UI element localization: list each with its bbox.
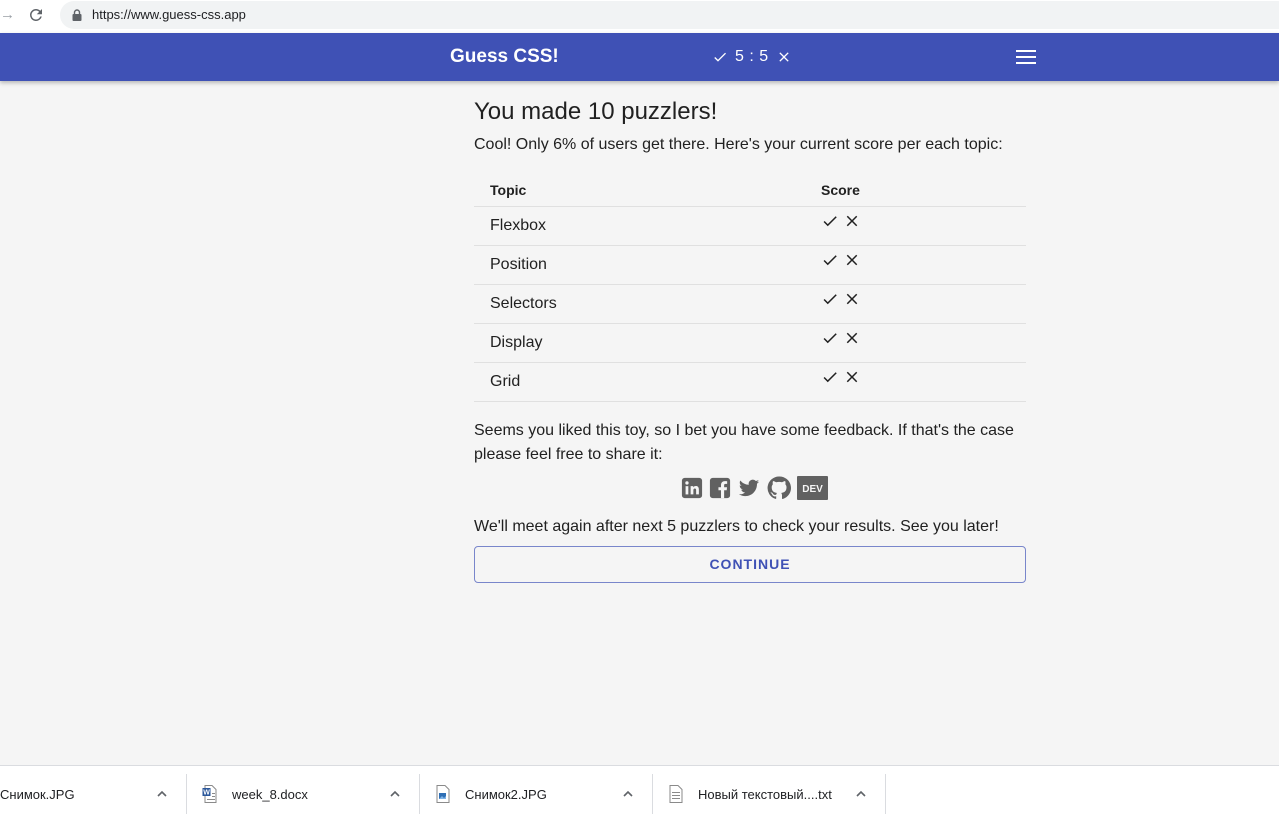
topic-cell: Position [474, 245, 821, 285]
social-links: DEV [474, 473, 1026, 503]
score-counter: 5 : 5 [712, 46, 792, 68]
cross-icon [846, 254, 858, 266]
app-bar: Guess CSS! 5 : 5 [0, 33, 1279, 81]
forward-arrow-icon[interactable]: → [0, 6, 15, 24]
column-header-topic: Topic [474, 172, 821, 207]
dev-icon-label: DEV [802, 484, 823, 495]
score-cell [821, 245, 1026, 285]
download-filename: Снимок.JPG [0, 787, 75, 802]
download-item[interactable]: W week_8.docx [187, 774, 420, 814]
score-cell [821, 362, 1026, 402]
url-text: https://www.guess-css.app [92, 7, 246, 22]
continue-button[interactable]: CONTINUE [474, 545, 1026, 583]
chevron-up-icon[interactable] [388, 787, 402, 801]
linkedin-icon[interactable] [681, 477, 703, 499]
feedback-text: Seems you liked this toy, so I bet you h… [474, 421, 1014, 463]
dev-icon[interactable]: DEV [796, 475, 828, 500]
table-header-row: Topic Score [474, 172, 1026, 207]
table-row: Display [474, 323, 1026, 363]
download-filename: Новый текстовый....txt [698, 787, 832, 802]
chevron-up-icon[interactable] [854, 787, 868, 801]
intro-text: Cool! Only 6% of users get there. Here's… [474, 136, 1003, 153]
text-file-icon [669, 785, 683, 803]
app-title: Guess CSS! [450, 46, 559, 67]
github-icon[interactable] [767, 475, 791, 500]
column-header-score: Score [821, 172, 1026, 207]
check-icon [823, 255, 837, 266]
image-file-icon [436, 785, 450, 803]
check-icon [714, 52, 726, 62]
lock-icon [72, 9, 82, 21]
chevron-up-icon[interactable] [155, 787, 169, 801]
check-icon [823, 294, 837, 305]
cross-icon [846, 215, 858, 227]
download-shelf: Снимок.JPG W week_8.docx Снимок2.JPG Нов… [0, 765, 1279, 820]
table-row: Flexbox [474, 206, 1026, 246]
score-value: 5 : 5 [735, 48, 769, 65]
chevron-up-icon[interactable] [621, 787, 635, 801]
cross-icon [778, 52, 789, 62]
cross-icon [846, 293, 858, 305]
cross-icon [846, 371, 858, 383]
check-icon [823, 333, 837, 344]
download-item[interactable]: Снимок.JPG [0, 774, 187, 814]
check-icon [823, 216, 837, 227]
topic-cell: Flexbox [474, 206, 821, 246]
score-cell [821, 206, 1026, 246]
menu-icon[interactable] [1014, 47, 1038, 67]
download-filename: week_8.docx [232, 787, 308, 802]
download-filename: Снимок2.JPG [465, 787, 547, 802]
topic-cell: Selectors [474, 284, 821, 324]
table-row: Grid [474, 362, 1026, 402]
table-row: Selectors [474, 284, 1026, 324]
check-icon [823, 372, 837, 383]
closing-text: We'll meet again after next 5 puzzlers t… [474, 517, 999, 535]
table-row: Position [474, 245, 1026, 285]
facebook-icon[interactable] [709, 477, 731, 499]
address-bar[interactable]: https://www.guess-css.app [60, 1, 1279, 29]
twitter-icon[interactable] [737, 477, 761, 499]
page-title: You made 10 puzzlers! [474, 98, 718, 125]
topic-cell: Grid [474, 362, 821, 402]
reload-icon[interactable] [27, 6, 45, 24]
score-cell [821, 323, 1026, 363]
svg-text:W: W [203, 790, 210, 797]
browser-toolbar: → https://www.guess-css.app [0, 0, 1279, 33]
results-panel: You made 10 puzzlers! Cool! Only 6% of u… [474, 96, 1026, 583]
topic-cell: Display [474, 323, 821, 363]
download-item[interactable]: Новый текстовый....txt [653, 774, 886, 814]
cross-icon [846, 332, 858, 344]
download-item[interactable]: Снимок2.JPG [420, 774, 653, 814]
word-file-icon: W [202, 785, 217, 803]
score-table: Topic Score Flexbox Position Selectors D… [474, 172, 1026, 402]
score-cell [821, 284, 1026, 324]
